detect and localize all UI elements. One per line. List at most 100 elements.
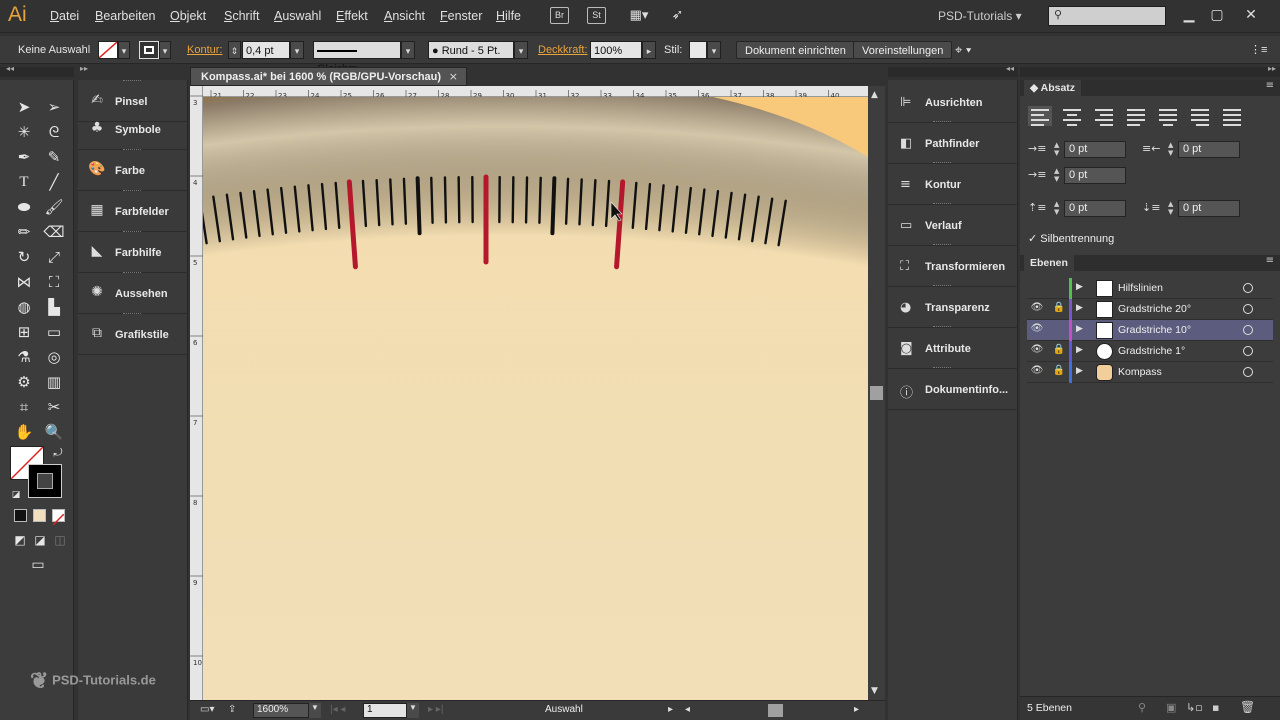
opacity-label[interactable]: Deckkraft: [538,41,588,59]
mid-collapse-strip[interactable]: ◂◂ [888,64,1018,77]
gpu-performance-icon[interactable]: ➶ [668,7,687,24]
gradient-tool-icon[interactable]: ▭ [42,321,66,343]
menu-effekt[interactable]: Effekt [336,9,368,23]
mesh-tool-icon[interactable]: ⊞ [12,321,36,343]
maximize-button[interactable]: ▢ [1206,4,1228,26]
clipping-mask-icon[interactable]: ▣ [1166,701,1176,714]
first-line-indent-field[interactable]: 0 pt [1064,167,1126,184]
vertical-ruler[interactable]: 3 4 5 6 7 8 9 10 [190,86,203,700]
visibility-eye-icon[interactable]: 👁 [1029,302,1045,316]
pencil-tool-icon[interactable]: ✏ [12,221,36,243]
width-tool-icon[interactable]: ⋈ [12,271,36,293]
stepper-icon[interactable]: ▲ ▼ [1054,167,1059,183]
column-graph-tool-icon[interactable]: ▥ [42,371,66,393]
target-circle-icon[interactable] [1243,325,1253,335]
panel-farbhilfe[interactable]: ◣ Farbhilfe [78,231,188,273]
layer-name[interactable]: Kompass [1118,366,1162,378]
delete-layer-icon[interactable]: 🗑 [1240,700,1255,714]
transform-icon[interactable]: ⌖ ▾ [955,41,971,59]
panel-farbe[interactable]: 🎨 Farbe [78,149,188,191]
none-mode-icon[interactable] [52,509,65,526]
tools-collapse-strip[interactable]: ◂◂ ▸▸ [0,64,88,77]
curvature-tool-icon[interactable]: ✎ [42,146,66,168]
expand-triangle-icon[interactable]: ▶ [1076,345,1083,355]
panel-aussehen[interactable]: ✺ Aussehen [78,272,188,314]
layer-name[interactable]: Gradstriche 20° [1118,303,1191,315]
bridge-button[interactable]: Br [550,7,569,24]
panel-grafikstile[interactable]: ⧉ Grafikstile [78,313,188,355]
absatz-tab[interactable]: ◆ Absatz [1024,80,1082,96]
slice-tool-icon[interactable]: ✂ [42,396,66,418]
graphic-style-dropdown[interactable]: ▾ [707,41,721,59]
panel-attribute[interactable]: ◙ Attribute [888,326,1018,369]
stepper-icon[interactable]: ▲ ▼ [1054,141,1059,157]
default-colors-icon[interactable]: ◪ [4,484,28,506]
justify-right-icon[interactable] [1188,106,1212,126]
scroll-right-icon[interactable]: ▸ [854,704,859,715]
scroll-thumb[interactable] [870,386,883,400]
stroke-weight-field[interactable]: 0,4 pt [242,41,290,59]
layer-row[interactable]: 👁 🔒 ▶ Gradstriche 20° [1027,299,1273,320]
pen-tool-icon[interactable]: ✒ [12,146,36,168]
layer-row[interactable]: 👁 🔒 ▶ Kompass [1027,362,1273,383]
eyedropper-tool-icon[interactable]: ⚗ [12,346,36,368]
scroll-left-icon[interactable]: ◂ [685,704,690,715]
menu-fenster[interactable]: Fenster [440,9,482,23]
panel-ausrichten[interactable]: ⊫ Ausrichten [888,82,1018,123]
share-icon[interactable]: ⇪ [228,704,236,715]
panel-kontur[interactable]: ≡ Kontur [888,162,1018,205]
artboard-canvas[interactable] [203,97,868,700]
align-left-icon[interactable] [1028,106,1052,126]
target-circle-icon[interactable] [1243,367,1253,377]
artboard-dropdown[interactable]: ▼ [407,703,419,718]
panel-dokumentinfo[interactable]: ⓘ Dokumentinfo... [888,367,1018,410]
hand-tool-icon[interactable]: ✋ [12,421,36,443]
panel-transformieren[interactable]: ⛶ Transformieren [888,244,1018,287]
justify-left-icon[interactable] [1124,106,1148,126]
expand-triangle-icon[interactable]: ▶ [1076,366,1083,376]
expand-triangle-icon[interactable]: ▶ [1076,324,1083,334]
menu-auswahl[interactable]: Auswahl [274,9,321,23]
control-bar-menu-icon[interactable]: ⋮≡ [1250,41,1267,59]
direct-selection-tool-icon[interactable]: ➢ [42,96,66,118]
zoom-field[interactable]: 1600% [253,703,309,718]
panel-pathfinder[interactable]: ◧ Pathfinder [888,121,1018,164]
panel-farbfelder[interactable]: ▦ Farbfelder [78,190,188,232]
menu-datei[interactable]: Datei [50,9,79,23]
panel-symbole[interactable]: ♣ Symbole [78,110,188,150]
graphic-style-swatch[interactable] [689,41,707,59]
vertical-scrollbar[interactable]: ▲ ▼ [868,86,885,700]
gradient-mode-icon[interactable] [33,509,46,522]
new-sublayer-icon[interactable]: ↳▫ [1186,701,1203,714]
type-tool-icon[interactable]: T [12,171,36,193]
blend-tool-icon[interactable]: ◎ [42,346,66,368]
stroke-color-icon[interactable] [28,464,62,498]
document-tab[interactable]: Kompass.ai* bei 1600 % (RGB/GPU-Vorschau… [190,67,467,86]
paintbrush-tool-icon[interactable]: 🖌 [42,196,66,218]
scroll-up-icon[interactable]: ▲ [871,90,878,100]
layer-row[interactable]: 👁 ▶ Gradstriche 10° [1027,320,1273,341]
status-menu-icon[interactable]: ▸ [668,704,673,715]
free-transform-tool-icon[interactable]: ⛶ [42,271,66,293]
color-mode-icon[interactable] [14,509,27,522]
ebenen-tab[interactable]: Ebenen [1024,255,1074,271]
align-center-icon[interactable] [1060,106,1084,126]
locate-object-icon[interactable]: ⚲ [1138,701,1146,714]
visibility-eye-icon[interactable]: 👁 [1029,365,1045,379]
fill-swatch[interactable] [98,41,118,59]
panel-transparenz[interactable]: ◕ Transparenz [888,285,1018,328]
first-artboard-icon[interactable]: |◂ ◂ [330,704,345,715]
artboard-tool-icon[interactable]: ⌗ [12,396,36,418]
line-tool-icon[interactable]: ╱ [42,171,66,193]
right-collapse-strip[interactable]: ▸▸ [1020,64,1280,77]
new-layer-icon[interactable]: ▪ [1212,701,1219,714]
menu-hilfe[interactable]: Hilfe [496,9,521,23]
lock-icon[interactable]: 🔒 [1051,302,1067,316]
lock-icon[interactable] [1051,323,1067,337]
preferences-button[interactable]: Voreinstellungen [853,41,953,59]
variable-width-profile[interactable]: Gleichm. [313,41,401,75]
lock-icon[interactable] [1051,281,1067,295]
target-circle-icon[interactable] [1243,304,1253,314]
justify-all-icon[interactable] [1220,106,1244,126]
menu-objekt[interactable]: Objekt [170,9,206,23]
